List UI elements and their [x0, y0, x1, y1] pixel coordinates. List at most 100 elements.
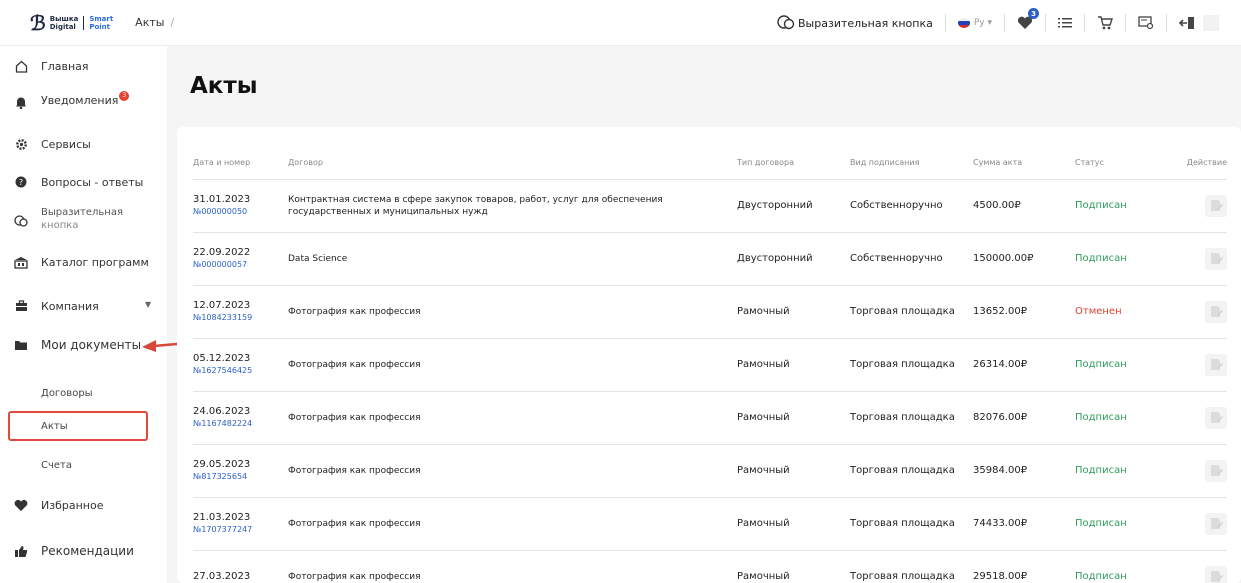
act-date: 31.01.2023: [193, 194, 251, 205]
sidebar-item-home[interactable]: Главная: [0, 58, 167, 74]
sidebar-item-label: Выразительная: [41, 207, 123, 218]
bell-icon: [14, 95, 28, 109]
logout-button[interactable]: [1179, 16, 1195, 30]
expressive-button[interactable]: Выразительная кнопка: [777, 15, 933, 31]
sidebar-item-faq[interactable]: ? Вопросы - ответы: [0, 174, 167, 190]
catalog-icon: [14, 255, 28, 269]
status-badge: Подписан: [1075, 444, 1157, 498]
briefcase-icon: [14, 299, 28, 313]
language-label: Ру ▾: [973, 18, 992, 28]
column-header-type[interactable]: Тип договора: [737, 147, 850, 180]
contract-name: Контрактная система в сфере закупок това…: [288, 194, 663, 217]
sidebar-item-favorites[interactable]: Избранное: [0, 497, 167, 513]
column-header-sum[interactable]: Сумма акта: [973, 147, 1075, 180]
act-number-link[interactable]: №000000050: [193, 206, 288, 217]
table-row[interactable]: 21.03.2023 №1707377247 Фотография как пр…: [193, 497, 1227, 551]
sidebar-item-expressive[interactable]: Выразительная кнопка: [0, 204, 167, 236]
contract-name: Фотография как профессия: [288, 571, 421, 582]
act-number-link[interactable]: №1627546425: [193, 365, 288, 376]
act-date: 22.09.2022: [193, 247, 251, 258]
status-badge: Отменен: [1075, 285, 1157, 339]
sidebar-item-label: Избранное: [41, 498, 104, 512]
home-icon: [14, 59, 28, 73]
table-row[interactable]: 12.07.2023 №1084233159 Фотография как пр…: [193, 285, 1227, 339]
contract-type: Двусторонний: [737, 232, 850, 286]
column-header-action: Действие: [1157, 147, 1227, 180]
contract-cell: Фотография как профессия: [288, 285, 737, 339]
column-header-signing[interactable]: Вид подписания: [850, 147, 973, 180]
sidebar-subitem-invoices[interactable]: Счета: [0, 458, 167, 472]
help-icon: ?: [14, 175, 28, 189]
contract-type: Рамочный: [737, 338, 850, 392]
logo-line-4: Point: [89, 22, 110, 31]
action-cell: [1157, 285, 1227, 339]
contract-cell: Фотография как профессия: [288, 338, 737, 392]
signing-type: Торговая площадка: [850, 550, 973, 583]
date-cell: 21.03.2023 №1707377247: [193, 497, 288, 551]
acts-highlight-box: [8, 411, 148, 441]
language-select[interactable]: Ру ▾: [957, 18, 992, 28]
sidebar-item-company[interactable]: Компания ▼: [0, 298, 167, 314]
sidebar-item-recommendations[interactable]: Рекомендации: [0, 543, 167, 559]
sidebar-subitem-contracts[interactable]: Договоры: [0, 386, 167, 400]
act-sum: 29518.00₽: [973, 550, 1075, 583]
sidebar-item-notifications[interactable]: Уведомления 3: [0, 91, 167, 110]
sign-document-button[interactable]: [1205, 406, 1227, 429]
sign-document-icon: [1211, 570, 1223, 582]
sign-document-button[interactable]: [1205, 565, 1227, 583]
sign-document-button[interactable]: [1205, 459, 1227, 482]
status-badge: Подписан: [1075, 550, 1157, 583]
act-sum: 82076.00₽: [973, 391, 1075, 445]
column-header-contract[interactable]: Договор: [288, 147, 737, 180]
act-date: 27.03.2023: [193, 570, 251, 582]
heart-icon: [14, 498, 28, 512]
act-number-link[interactable]: №000000057: [193, 259, 288, 270]
date-cell: 12.07.2023 №1084233159: [193, 285, 288, 339]
top-bar: ℬ Вышка Digital Smart Point Акты / Выразит…: [0, 0, 1241, 46]
sign-document-button[interactable]: [1205, 300, 1227, 323]
breadcrumb[interactable]: Акты: [135, 16, 164, 29]
table-row[interactable]: 31.01.2023 №000000050 Контрактная систем…: [193, 179, 1227, 233]
contract-type: Рамочный: [737, 497, 850, 551]
column-header-status[interactable]: Статус: [1075, 147, 1157, 180]
date-cell: 22.09.2022 №000000057: [193, 232, 288, 286]
logo[interactable]: ℬ Вышка Digital Smart Point: [30, 13, 113, 33]
table-row[interactable]: 29.05.2023 №817325654 Фотография как про…: [193, 444, 1227, 498]
favorites-badge: 3: [1028, 8, 1039, 19]
folder-icon: [14, 338, 28, 352]
avatar[interactable]: [1203, 15, 1219, 31]
contract-type: Рамочный: [737, 444, 850, 498]
sign-document-button[interactable]: [1205, 512, 1227, 535]
sign-document-icon: [1211, 517, 1223, 529]
sign-document-button[interactable]: [1205, 247, 1227, 270]
table-row[interactable]: 22.09.2022 №000000057 Data Science Двуст…: [193, 232, 1227, 286]
table-row[interactable]: 27.03.2023 Фотография как профессия Рамо…: [193, 550, 1227, 583]
signing-type: Торговая площадка: [850, 285, 973, 339]
act-number-link[interactable]: №817325654: [193, 471, 288, 482]
page-title: Акты: [190, 73, 258, 99]
sidebar-item-services[interactable]: Сервисы: [0, 136, 167, 152]
sidebar-item-label: Компания: [41, 299, 99, 313]
expressive-icon: [14, 214, 28, 228]
sign-document-button[interactable]: [1205, 194, 1227, 217]
act-date: 21.03.2023: [193, 512, 251, 523]
certificate-button[interactable]: [1138, 16, 1154, 30]
sidebar-item-catalog[interactable]: Каталог программ: [0, 254, 167, 270]
signing-type: Собственноручно: [850, 179, 973, 233]
column-header-date[interactable]: Дата и номер: [193, 147, 288, 180]
list-button[interactable]: [1058, 17, 1072, 29]
sign-document-button[interactable]: [1205, 353, 1227, 376]
thumbs-up-icon: [14, 544, 28, 558]
contract-type: Двусторонний: [737, 179, 850, 233]
table-row[interactable]: 24.06.2023 №1167482224 Фотография как пр…: [193, 391, 1227, 445]
act-number-link[interactable]: №1707377247: [193, 524, 288, 535]
contract-type: Рамочный: [737, 550, 850, 583]
act-number-link[interactable]: №1084233159: [193, 312, 288, 323]
status-badge: Подписан: [1075, 232, 1157, 286]
sign-document-icon: [1211, 199, 1223, 211]
acts-table-body: 31.01.2023 №000000050 Контрактная систем…: [193, 179, 1227, 583]
table-row[interactable]: 05.12.2023 №1627546425 Фотография как пр…: [193, 338, 1227, 392]
cart-button[interactable]: [1097, 15, 1113, 31]
favorites-button[interactable]: 3: [1017, 8, 1039, 30]
act-number-link[interactable]: №1167482224: [193, 418, 288, 429]
